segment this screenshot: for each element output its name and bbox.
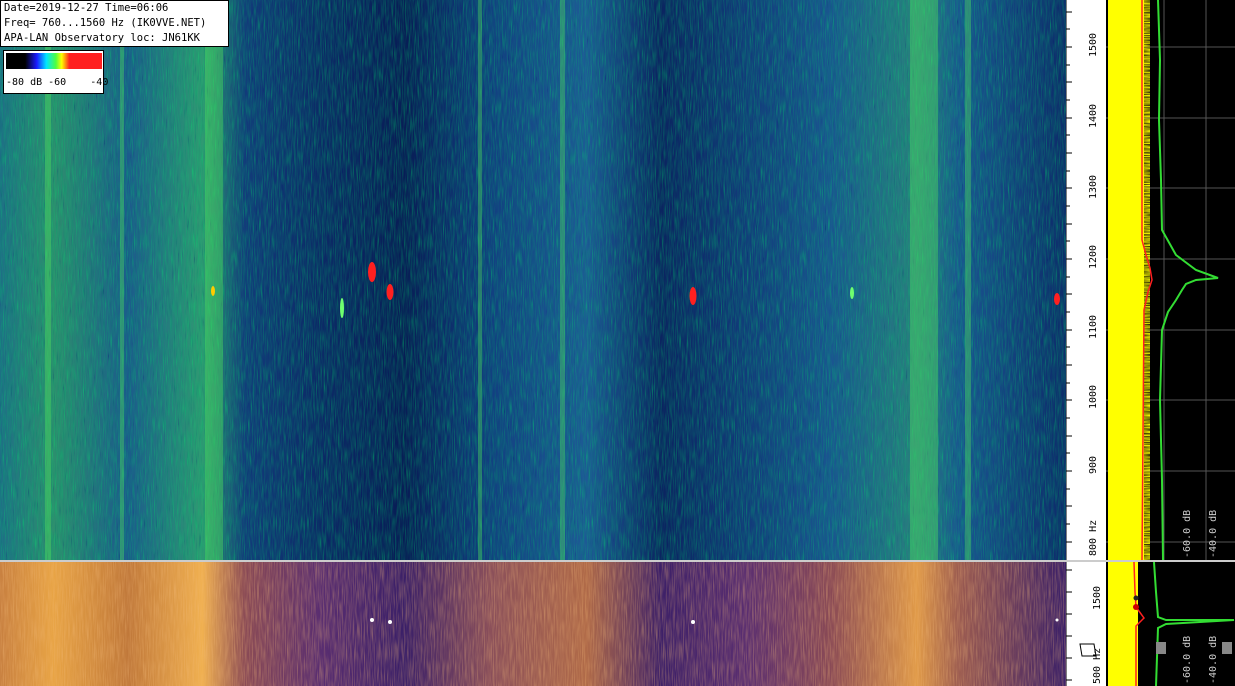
overview-power-spectrum-panel: -60.0 dB -40.0 dB	[1106, 562, 1235, 686]
frequency-axis: 1500 1400 1300 1200 1100 1000 900 800 Hz	[1066, 0, 1106, 560]
freq-tick-1400: 1400	[1088, 103, 1099, 128]
spectrum-db-label-40: -40.0 dB	[1208, 509, 1219, 558]
spectrum-db-label-60: -60.0 dB	[1182, 509, 1193, 558]
freq-tick-1300: 1300	[1088, 174, 1099, 199]
overview-freq-tick-500: 500 Hz	[1092, 647, 1103, 684]
main-waterfall-spectrogram	[0, 0, 1066, 560]
overview-frequency-axis: 1500 500 Hz	[1066, 562, 1106, 686]
color-scale-legend: -80 dB -60 -40	[3, 50, 108, 94]
overview-spectrum-db-label-40: -40.0 dB	[1208, 635, 1219, 684]
overview-spectrogram	[0, 562, 1066, 686]
frequency-range-text: Freq= 760...1560 Hz (IK0VVE.NET)	[4, 17, 207, 29]
freq-tick-1000: 1000	[1088, 384, 1099, 409]
color-scale-labels: -80 dB -60 -40	[6, 77, 109, 88]
overview-freq-tick-1500: 1500	[1092, 585, 1103, 610]
overview-spectrum-db-label-60: -60.0 dB	[1182, 635, 1193, 684]
recording-info-box: Date=2019-12-27 Time=06:06 Freq= 760...1…	[0, 0, 229, 47]
freq-tick-1200: 1200	[1088, 244, 1099, 269]
freq-tick-1500: 1500	[1088, 32, 1099, 57]
freq-tick-900: 900	[1088, 455, 1099, 474]
observatory-location-text: APA-LAN Observatory loc: JN61KK	[4, 32, 200, 44]
freq-tick-800: 800 Hz	[1088, 519, 1099, 556]
power-spectrum-panel: -60.0 dB -40.0 dB	[1106, 0, 1235, 560]
color-scale-gradient	[6, 53, 102, 69]
freq-tick-1100: 1100	[1088, 314, 1099, 339]
date-time-text: Date=2019-12-27 Time=06:06	[4, 2, 169, 14]
